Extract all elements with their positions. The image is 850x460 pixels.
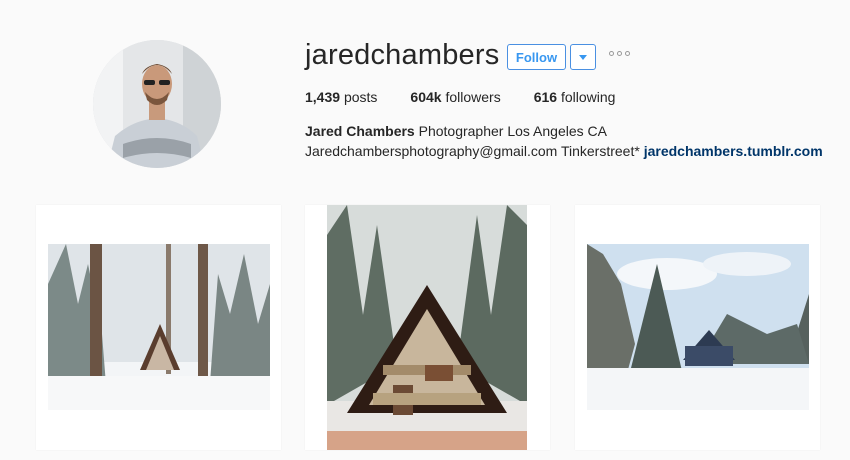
bio-contact: Jaredchambersphotography@gmail.com Tinke… <box>305 143 640 159</box>
followers-stat[interactable]: 604k followers <box>410 89 500 105</box>
following-label: following <box>560 89 616 105</box>
chevron-down-icon <box>579 54 587 60</box>
post-thumbnail-snowy-house[interactable] <box>575 205 820 450</box>
more-dot <box>617 51 622 56</box>
follow-button[interactable]: Follow <box>507 44 566 70</box>
posts-label: posts <box>343 89 378 105</box>
post-image <box>327 205 527 450</box>
post-image <box>48 244 270 410</box>
follow-options-button[interactable] <box>570 44 596 70</box>
profile-stats: 1,439 posts 604k followers 616 following <box>305 89 648 105</box>
following-stat[interactable]: 616 following <box>534 89 616 105</box>
following-count: 616 <box>533 89 558 105</box>
bio-line-2: Jaredchambersphotography@gmail.com Tinke… <box>305 143 823 159</box>
followers-label: followers <box>445 89 501 105</box>
full-name: Jared Chambers <box>305 123 415 139</box>
posts-stat: 1,439 posts <box>305 89 377 105</box>
more-options-icon[interactable] <box>609 51 630 56</box>
profile-avatar <box>93 40 221 168</box>
post-thumbnail-snowy-aframe-forest[interactable] <box>36 205 281 450</box>
post-thumbnail-aframe-cabin[interactable] <box>305 205 550 450</box>
bio-description: Photographer Los Angeles CA <box>418 123 607 139</box>
bio-line-1: Jared Chambers Photographer Los Angeles … <box>305 123 607 139</box>
profile-username: jaredchambers <box>305 39 500 71</box>
posts-count: 1,439 <box>305 89 341 105</box>
more-dot <box>625 51 630 56</box>
website-link[interactable]: jaredchambers.tumblr.com <box>644 143 823 159</box>
more-dot <box>609 51 614 56</box>
post-image <box>587 244 809 410</box>
followers-count: 604k <box>410 89 442 105</box>
